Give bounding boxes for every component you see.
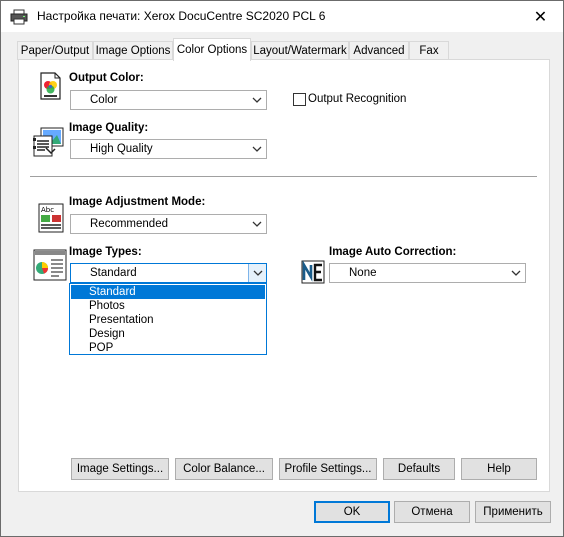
image-adjustment-mode-select[interactable]: Recommended <box>70 214 267 234</box>
image-quality-label: Image Quality: <box>69 122 149 134</box>
list-item-pop[interactable]: POP <box>71 341 265 355</box>
image-auto-correction-value: None <box>349 267 377 279</box>
tab-label: Paper/Output <box>20 45 90 57</box>
defaults-button[interactable]: Defaults <box>383 458 455 480</box>
color-balance-button[interactable]: Color Balance... <box>175 458 273 480</box>
chevron-down-icon <box>511 270 521 276</box>
cancel-button[interactable]: Отмена <box>394 501 470 523</box>
list-item-design[interactable]: Design <box>71 327 265 341</box>
image-auto-correction-select[interactable]: None <box>329 263 526 283</box>
tab-image-options[interactable]: Image Options <box>93 41 173 60</box>
color-options-panel: Output Color: Color Output Recognition I… <box>18 59 550 492</box>
tab-label: Color Options <box>176 44 248 56</box>
window-title: Настройка печати: Xerox DocuCentre SC202… <box>37 9 326 23</box>
output-color-select[interactable]: Color <box>70 90 267 110</box>
help-button[interactable]: Help <box>461 458 537 480</box>
chevron-down-icon <box>252 146 262 152</box>
print-settings-window: Настройка печати: Xerox DocuCentre SC202… <box>0 0 564 537</box>
image-types-label: Image Types: <box>69 246 142 258</box>
image-quality-value: High Quality <box>90 143 153 155</box>
chevron-down-icon <box>252 221 262 227</box>
tab-layout-watermark[interactable]: Layout/Watermark <box>251 41 349 60</box>
section-separator <box>30 176 537 177</box>
tab-label: Image Options <box>95 45 171 57</box>
image-types-value: Standard <box>90 267 137 279</box>
adjustment-mode-icon: Abc <box>38 203 64 233</box>
profile-settings-button[interactable]: Profile Settings... <box>279 458 377 480</box>
title-bar: Настройка печати: Xerox DocuCentre SC202… <box>1 1 563 32</box>
image-types-dropdown-button[interactable] <box>248 264 266 282</box>
output-color-value: Color <box>90 94 118 106</box>
tab-paper-output[interactable]: Paper/Output <box>17 41 93 60</box>
image-types-icon <box>33 249 67 281</box>
chevron-down-icon <box>253 270 263 276</box>
image-quality-select[interactable]: High Quality <box>70 139 267 159</box>
color-page-icon <box>40 72 61 100</box>
list-item-presentation[interactable]: Presentation <box>71 313 265 327</box>
image-adjustment-mode-label: Image Adjustment Mode: <box>69 196 206 208</box>
chevron-down-icon <box>252 97 262 103</box>
image-quality-icon <box>33 127 64 157</box>
close-button[interactable]: ✕ <box>518 1 563 32</box>
image-settings-button[interactable]: Image Settings... <box>71 458 169 480</box>
list-item-standard[interactable]: Standard <box>71 285 265 299</box>
output-recognition-label: Output Recognition <box>308 93 407 105</box>
output-recognition-checkbox[interactable] <box>293 93 306 106</box>
output-color-label: Output Color: <box>69 72 144 84</box>
tab-color-options[interactable]: Color Options <box>173 38 251 61</box>
tab-label: Advanced <box>353 45 405 57</box>
printer-icon <box>10 9 28 25</box>
close-icon: ✕ <box>533 8 548 26</box>
image-adjustment-mode-value: Recommended <box>90 218 168 230</box>
ok-button[interactable]: OK <box>314 501 390 523</box>
image-types-select[interactable]: Standard <box>70 263 267 283</box>
list-item-photos[interactable]: Photos <box>71 299 265 313</box>
svg-text:Abc: Abc <box>41 206 54 214</box>
tab-label: Layout/Watermark <box>253 45 347 57</box>
image-auto-correction-label: Image Auto Correction: <box>329 246 457 258</box>
tab-fax[interactable]: Fax <box>409 41 449 60</box>
image-types-dropdown-list: Standard Photos Presentation Design POP <box>69 283 267 355</box>
tab-advanced[interactable]: Advanced <box>349 41 409 60</box>
auto-correction-icon <box>301 260 325 284</box>
tab-label: Fax <box>419 45 439 57</box>
apply-button[interactable]: Применить <box>475 501 551 523</box>
